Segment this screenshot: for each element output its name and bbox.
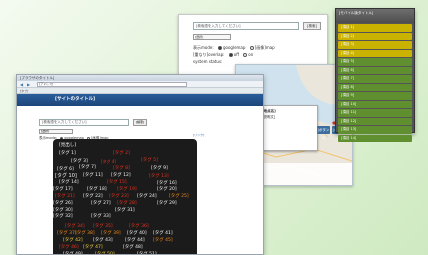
tag-link[interactable]: [タグ 8] bbox=[113, 166, 130, 172]
overlap-row: [重なり]overlap: off on bbox=[193, 52, 253, 58]
radio-overlap-off[interactable] bbox=[228, 53, 233, 57]
popup-body: [説明文] bbox=[262, 115, 276, 119]
main-category-select[interactable]: [選択] bbox=[39, 129, 73, 134]
cloud-link[interactable]: [リンク] bbox=[193, 133, 204, 137]
mobile-menu-item[interactable]: [項目 4] bbox=[338, 49, 412, 57]
mobile-menu-item[interactable]: [項目 12] bbox=[338, 117, 412, 125]
tag-link[interactable]: [タグ 30] bbox=[53, 208, 73, 214]
tag-link[interactable]: [タグ 25] bbox=[169, 194, 189, 200]
mobile-menu-item[interactable]: [項目 9] bbox=[338, 92, 412, 100]
tag-link[interactable]: [タグ 42] bbox=[63, 238, 83, 244]
tag-link[interactable]: [タグ 11] bbox=[83, 173, 103, 179]
mobile-menu-item[interactable]: [項目 5] bbox=[338, 58, 412, 66]
tag-link[interactable]: [タグ 17] bbox=[53, 187, 73, 193]
tag-link[interactable]: [タグ 24] bbox=[137, 194, 157, 200]
tag-link[interactable]: [タグ 32] bbox=[53, 214, 73, 220]
tag-link[interactable]: [タグ 16] bbox=[157, 181, 177, 187]
tag-link[interactable]: [タグ 41] bbox=[153, 231, 173, 237]
mobile-panel: [モバイル版タイトル] [項目 1] [項目 2] [項目 3] [項目 4] [項目 … bbox=[335, 8, 415, 142]
tag-link[interactable]: [タグ 20] bbox=[157, 187, 177, 193]
display-mode-row: 表示mode: googlemap [画像]map bbox=[193, 45, 275, 51]
radio-googlemap[interactable] bbox=[217, 46, 222, 50]
tag-link[interactable]: [タグ 22] bbox=[83, 194, 103, 200]
mobile-menu-item[interactable]: [項目 10] bbox=[338, 100, 412, 108]
mobile-menu-item[interactable]: [項目 8] bbox=[338, 83, 412, 91]
tag-link[interactable]: [タグ 47] bbox=[83, 245, 103, 251]
map-popup[interactable]: [地点名] [説明文] bbox=[258, 105, 318, 151]
popup-title: [地点名] bbox=[262, 109, 276, 113]
tag-link[interactable]: [タグ 21] bbox=[55, 194, 75, 200]
tag-link[interactable]: [タグ 10] bbox=[55, 174, 77, 179]
tag-cloud: [見出し] [タグ 1] [タグ 2] [タグ 3] [タグ 4] [タグ 5] [タグ … bbox=[53, 139, 197, 254]
main-search-input[interactable]: [検索語を入力してください] bbox=[39, 119, 129, 126]
tag-link[interactable]: [タグ 18] bbox=[87, 187, 107, 193]
tag-link[interactable]: [タグ 35] bbox=[93, 224, 113, 230]
googlemap-label: googlemap bbox=[222, 45, 246, 50]
tag-link[interactable]: [タグ 1] bbox=[59, 151, 76, 157]
imagemap-label: [画像]map bbox=[254, 45, 275, 50]
overlap-label: [重なり]overlap: bbox=[193, 52, 225, 57]
overlap-off-label: off bbox=[233, 52, 239, 57]
tag-link[interactable]: [タグ 48] bbox=[123, 245, 143, 251]
tag-link[interactable]: [タグ 39] bbox=[101, 231, 121, 237]
tag-link[interactable]: [タグ 15] bbox=[107, 180, 127, 186]
tag-link[interactable]: [タグ 33] bbox=[91, 214, 111, 220]
tag-link[interactable]: [タグ 23] bbox=[109, 194, 129, 200]
mobile-menu-item[interactable]: [項目 7] bbox=[338, 75, 412, 83]
radio-imagemap[interactable] bbox=[249, 46, 254, 50]
tag-link[interactable]: [タグ 29] bbox=[157, 201, 177, 207]
address-input[interactable]: [アドレス] bbox=[37, 82, 187, 87]
tag-link[interactable]: [タグ 9] bbox=[151, 166, 168, 172]
tag-link[interactable]: [タグ 28] bbox=[117, 201, 137, 207]
display-mode-label: 表示mode: bbox=[193, 45, 214, 50]
tag-link[interactable]: [タグ 12] bbox=[111, 173, 131, 179]
mobile-menu-item[interactable]: [項目 3] bbox=[338, 41, 412, 49]
tag-link[interactable]: [タグ 27] bbox=[91, 201, 111, 207]
tag-link[interactable]: [タグ 13] bbox=[149, 174, 169, 180]
search-input[interactable]: [検索語を入力してください] bbox=[193, 22, 299, 30]
tag-link[interactable]: [タグ 4] bbox=[101, 160, 116, 164]
tag-link[interactable]: [タグ 3] bbox=[71, 159, 88, 165]
tag-link[interactable]: [タグ 36] bbox=[129, 224, 149, 230]
tag-link[interactable]: [タグ 43] bbox=[93, 238, 113, 244]
search-button[interactable]: [検索] bbox=[303, 22, 321, 30]
tag-link[interactable]: [タグ 38] bbox=[75, 231, 95, 237]
tag-link[interactable]: [タグ 44] bbox=[125, 238, 145, 244]
category-select[interactable]: [選択] bbox=[193, 34, 231, 40]
tag-link[interactable]: [タグ 37] bbox=[57, 231, 77, 237]
tag-link[interactable]: [タグ 34] bbox=[65, 224, 85, 230]
main-search-button[interactable]: [検索] bbox=[133, 119, 147, 126]
main-browser-window: [ブラウザのタイトル] ◀ ▶ [アドレス] [タブ] [サイトのタイトル] [… bbox=[16, 74, 264, 255]
forward-icon[interactable]: ▶ bbox=[27, 82, 30, 87]
system-status: system status: bbox=[193, 59, 223, 64]
tag-link[interactable]: [タグ 40] bbox=[127, 231, 147, 237]
mobile-menu-item[interactable]: [項目 6] bbox=[338, 66, 412, 74]
tag-link[interactable]: [タグ 26] bbox=[53, 201, 73, 207]
tag-link[interactable]: [タグ 19] bbox=[117, 187, 137, 193]
mobile-header: [モバイル版タイトル] bbox=[336, 9, 414, 23]
mobile-menu: [項目 1] [項目 2] [項目 3] [項目 4] [項目 5] [項目 6] [項目 … bbox=[336, 24, 414, 142]
mobile-menu-item[interactable]: [項目 11] bbox=[338, 109, 412, 117]
tag-link[interactable]: [タグ 31] bbox=[115, 208, 135, 214]
tag-link[interactable]: [タグ 7] bbox=[79, 165, 96, 171]
mobile-menu-item[interactable]: [項目 2] bbox=[338, 32, 412, 40]
tag-link[interactable]: [タグ 6] bbox=[57, 167, 74, 173]
address-bar-row: ◀ ▶ [アドレス] bbox=[17, 81, 263, 88]
tag-link[interactable]: [タグ 46] bbox=[59, 245, 79, 251]
overlap-on-label: on bbox=[248, 52, 254, 57]
tag-link[interactable]: [タグ 14] bbox=[59, 180, 79, 186]
tag-link[interactable]: [タグ 2] bbox=[113, 151, 130, 157]
site-title: [サイトのタイトル] bbox=[55, 97, 96, 102]
back-icon[interactable]: ◀ bbox=[20, 82, 23, 87]
tag-cloud-title: [見出し] bbox=[59, 143, 77, 148]
mobile-menu-item[interactable]: [項目 13] bbox=[338, 126, 412, 134]
site-header: [サイトのタイトル] bbox=[17, 94, 263, 106]
mobile-menu-item[interactable]: [項目 14] bbox=[338, 134, 412, 142]
tag-link[interactable]: [タグ 45] bbox=[153, 238, 173, 244]
map-button-1[interactable]: [ボタン1] bbox=[317, 126, 330, 140]
tag-link[interactable]: [タグ 5] bbox=[141, 158, 158, 164]
radio-overlap-on[interactable] bbox=[243, 53, 248, 57]
mobile-menu-item[interactable]: [項目 1] bbox=[338, 24, 412, 32]
